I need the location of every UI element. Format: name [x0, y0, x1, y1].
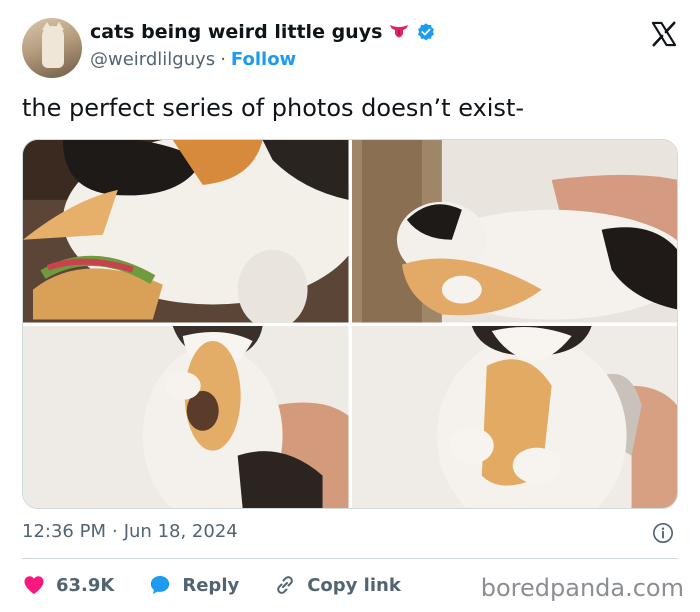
x-logo-icon[interactable]	[650, 20, 678, 48]
action-bar: 63.9K Reply Copy link	[22, 570, 435, 600]
tweet-header: cats being weird little guys @weirdlilgu…	[22, 16, 682, 78]
user-handle[interactable]: @weirdlilguys	[90, 49, 215, 70]
photo-cat-holding-sandwich[interactable]	[23, 325, 349, 508]
photo-cat-hugging-sandwich[interactable]	[351, 140, 677, 323]
display-name[interactable]: cats being weird little guys	[90, 21, 382, 43]
reply-button[interactable]: Reply	[148, 573, 239, 597]
timestamp[interactable]: 12:36 PM · Jun 18, 2024	[22, 521, 238, 542]
tweet-time: 12:36 PM	[22, 521, 106, 542]
tweet-date: Jun 18, 2024	[123, 521, 238, 542]
photo-cat-biting-sandwich[interactable]	[23, 140, 349, 323]
copy-link-button[interactable]: Copy link	[273, 573, 401, 597]
follow-button[interactable]: Follow	[231, 49, 296, 70]
divider	[22, 558, 678, 559]
copy-link-label: Copy link	[307, 574, 401, 596]
photo-cat-clutching-sandwich[interactable]	[351, 325, 677, 508]
info-icon[interactable]	[652, 522, 674, 544]
watermark: boredpanda.com	[480, 574, 684, 602]
like-count: 63.9K	[56, 574, 115, 596]
name-row: cats being weird little guys	[90, 21, 436, 43]
avatar[interactable]	[22, 18, 82, 78]
media-grid[interactable]	[22, 139, 678, 509]
heart-icon	[24, 576, 44, 594]
reply-bubble-icon	[151, 576, 170, 594]
tweet-text: the perfect series of photos doesn’t exi…	[22, 94, 525, 122]
like-button[interactable]: 63.9K	[22, 573, 114, 597]
reply-label: Reply	[182, 574, 240, 596]
tongue-emoji-icon	[388, 23, 410, 41]
timestamp-separator: ·	[111, 521, 118, 542]
verified-badge-icon	[416, 22, 436, 42]
handle-row: @weirdlilguys · Follow	[90, 49, 296, 70]
link-icon	[277, 576, 294, 594]
handle-separator: ·	[220, 49, 226, 70]
